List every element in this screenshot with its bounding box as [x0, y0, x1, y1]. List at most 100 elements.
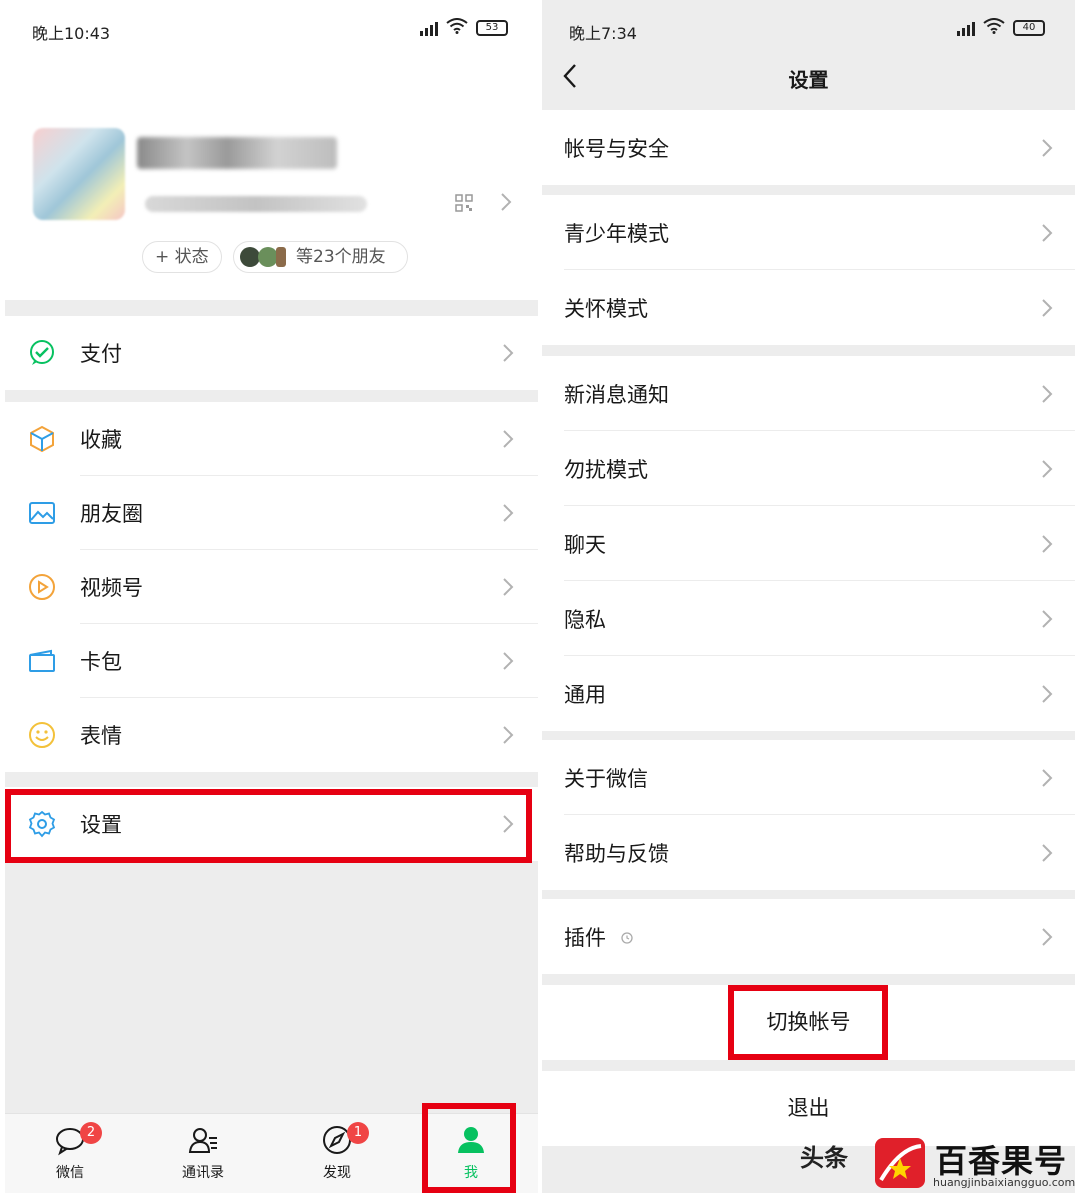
chevron-right-icon: [1042, 138, 1053, 157]
chevron-right-icon: [1042, 384, 1053, 403]
chevron-right-icon: [1042, 534, 1053, 553]
chevron-right-icon: [1042, 927, 1053, 946]
chevron-right-icon: [1042, 768, 1053, 787]
settings-row-about[interactable]: 关于微信: [542, 740, 1075, 815]
settings-group-about: 关于微信 帮助与反馈: [542, 740, 1075, 890]
menu-row-pay[interactable]: 支付: [5, 316, 538, 390]
services-group: 收藏 朋友圈 视频号 卡包 表情: [5, 402, 538, 772]
chevron-right-icon: [1042, 684, 1053, 703]
wechat-id-blurred: [145, 196, 367, 212]
status-time: 晚上7:34: [569, 24, 637, 43]
highlight-switch-account: [728, 985, 888, 1060]
menu-label: 视频号: [80, 576, 143, 600]
chevron-right-icon: [503, 652, 514, 670]
settings-group-general: 新消息通知 勿扰模式 聊天 隐私 通用: [542, 356, 1075, 731]
settings-group-modes: 青少年模式 关怀模式: [542, 195, 1075, 345]
settings-row-care-mode[interactable]: 关怀模式: [542, 270, 1075, 345]
settings-group-account: 帐号与安全: [542, 110, 1075, 185]
menu-label: 表情: [80, 724, 122, 748]
friends-count-label: 等23个朋友: [296, 247, 386, 267]
highlight-settings-row: [5, 789, 532, 863]
status-time: 晚上10:43: [32, 24, 111, 43]
nickname-blurred: [137, 137, 337, 169]
menu-label: 朋友圈: [80, 502, 143, 526]
chevron-right-icon: [503, 726, 514, 744]
status-bar: 晚上7:34 40: [542, 0, 1075, 60]
status-pill[interactable]: + 状态: [142, 241, 222, 273]
settings-row-teen-mode[interactable]: 青少年模式: [542, 195, 1075, 270]
chevron-right-icon: [503, 344, 514, 362]
settings-row-label: 青少年模式: [564, 221, 669, 246]
settings-row-label: 隐私: [564, 607, 606, 632]
avatar[interactable]: [33, 128, 125, 220]
battery-icon: 40: [1013, 20, 1045, 36]
menu-row-favorites[interactable]: 收藏: [5, 402, 538, 476]
unread-badge: 1: [347, 1122, 369, 1144]
watermark: 头条 百香果号 huangjinbaixiangguo.com: [800, 1130, 1080, 1193]
settings-row-label: 新消息通知: [564, 382, 669, 407]
unread-badge: 2: [80, 1122, 102, 1144]
qr-code-icon[interactable]: [455, 194, 473, 212]
sticker-smile-icon: [29, 722, 55, 748]
friend-avatar: [258, 247, 278, 267]
settings-row-label: 关于微信: [564, 766, 648, 791]
battery-icon: 53: [476, 20, 508, 36]
settings-group-plugins: 插件: [542, 899, 1075, 974]
nav-bar: 晚上7:34 40 设置: [542, 0, 1075, 108]
settings-row-notifications[interactable]: 新消息通知: [542, 356, 1075, 431]
friends-status-pill[interactable]: 等23个朋友: [233, 241, 408, 273]
chevron-right-icon: [1042, 459, 1053, 478]
watermark-prefix: 头条: [800, 1144, 848, 1172]
brand-logo-icon: [875, 1138, 925, 1188]
hd-signal-icon: [957, 20, 975, 36]
wifi-icon: [983, 18, 1005, 38]
tab-label: 通讯录: [182, 1165, 224, 1181]
channels-play-icon: [29, 574, 55, 600]
highlight-me-tab: [422, 1103, 516, 1193]
chevron-right-icon: [1042, 298, 1053, 317]
tab-contacts[interactable]: 通讯录: [153, 1114, 253, 1193]
settings-row-privacy[interactable]: 隐私: [542, 581, 1075, 656]
me-tab-screen: 晚上10:43 53 + 状态 等23个朋友 支付 收藏 朋友圈 视频号 卡包 …: [5, 0, 538, 1193]
contacts-icon: [188, 1128, 217, 1153]
watermark-url: huangjinbaixiangguo.com: [933, 1176, 1076, 1189]
moments-photo-icon: [29, 502, 55, 524]
settings-row-label: 插件: [564, 925, 606, 950]
status-bar: 晚上10:43 53: [5, 0, 538, 60]
settings-row-account-security[interactable]: 帐号与安全: [542, 110, 1075, 185]
tab-chats[interactable]: 2 微信: [20, 1114, 120, 1193]
settings-row-help-feedback[interactable]: 帮助与反馈: [542, 815, 1075, 890]
menu-row-moments[interactable]: 朋友圈: [5, 476, 538, 550]
settings-row-do-not-disturb[interactable]: 勿扰模式: [542, 431, 1075, 506]
plugin-alarm-icon: [621, 931, 633, 944]
settings-screen: 晚上7:34 40 设置 帐号与安全 青少年模式 关怀模式 新消息通知 勿扰模式…: [542, 0, 1075, 1193]
friend-avatar: [276, 247, 286, 267]
menu-row-channels[interactable]: 视频号: [5, 550, 538, 624]
settings-row-label: 帐号与安全: [564, 136, 669, 161]
hd-signal-icon: [420, 20, 438, 36]
settings-row-label: 帮助与反馈: [564, 841, 669, 866]
menu-label: 收藏: [80, 428, 122, 452]
chevron-right-icon: [1042, 609, 1053, 628]
pay-group: 支付: [5, 316, 538, 390]
friend-avatar: [240, 247, 260, 267]
favorites-cube-icon: [30, 425, 54, 453]
tab-label: 微信: [56, 1165, 84, 1181]
page-title: 设置: [788, 68, 829, 92]
settings-row-chat[interactable]: 聊天: [542, 506, 1075, 581]
menu-row-cards[interactable]: 卡包: [5, 624, 538, 698]
tab-label: 发现: [323, 1165, 351, 1181]
tab-discover[interactable]: 1 发现: [287, 1114, 387, 1193]
settings-row-plugins[interactable]: 插件: [542, 899, 1075, 974]
settings-row-label: 通用: [564, 682, 606, 707]
settings-row-general[interactable]: 通用: [542, 656, 1075, 731]
menu-label: 卡包: [80, 650, 122, 674]
menu-label: 支付: [80, 342, 122, 366]
settings-row-label: 勿扰模式: [564, 457, 648, 482]
chevron-right-icon: [503, 578, 514, 596]
menu-row-stickers[interactable]: 表情: [5, 698, 538, 772]
profile-card[interactable]: 晚上10:43 53 + 状态 等23个朋友: [5, 0, 538, 300]
card-wallet-icon: [29, 649, 55, 672]
wifi-icon: [446, 18, 468, 38]
chevron-right-icon: [1042, 843, 1053, 862]
